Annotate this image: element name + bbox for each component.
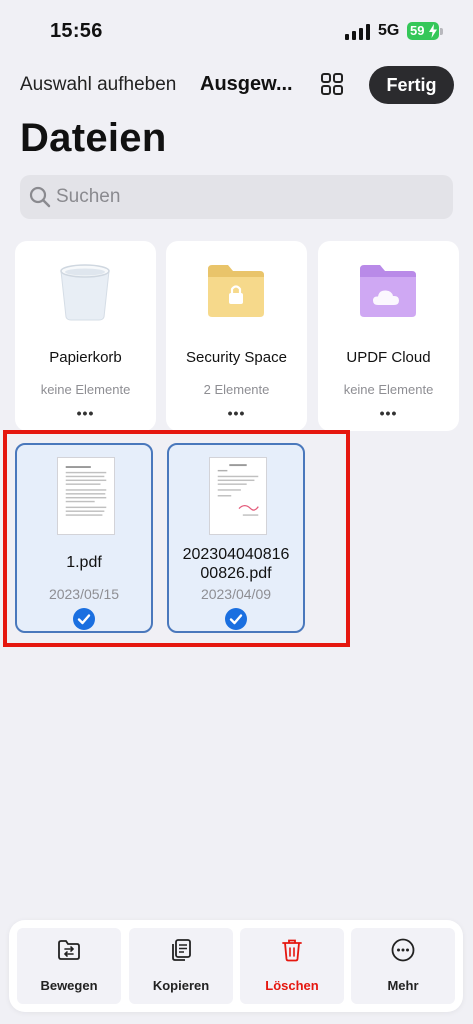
selection-highlight-box — [3, 430, 350, 647]
charging-icon — [429, 24, 437, 38]
lock-folder-icon — [208, 265, 264, 317]
more-options-icon[interactable]: ••• — [73, 406, 99, 423]
done-button[interactable]: Fertig — [369, 66, 454, 104]
trash-bin-icon — [60, 264, 110, 321]
move-label: Bewegen — [40, 978, 98, 993]
battery-cap — [440, 28, 443, 35]
selection-title: Ausgew... — [200, 73, 293, 95]
copy-button[interactable]: Kopieren — [129, 928, 233, 1004]
folder-card-security-space[interactable]: Security Space 2 Elemente ••• — [166, 241, 307, 431]
folder-item-count: keine Elemente — [40, 382, 131, 397]
cloud-folder-icon — [360, 265, 416, 317]
navigation-bar: Auswahl aufheben Ausgew... Fertig — [0, 62, 473, 108]
bottom-toolbar: Bewegen Kopieren Löschen Mehr — [9, 920, 463, 1012]
page-title: Dateien — [20, 116, 167, 160]
folder-name: UPDF Cloud — [346, 349, 431, 366]
status-time: 15:56 — [50, 20, 103, 42]
copy-label: Kopieren — [152, 978, 210, 993]
trash-icon — [282, 939, 302, 962]
more-button[interactable]: Mehr — [351, 928, 455, 1004]
search-bar[interactable] — [20, 175, 453, 219]
folder-name: Papierkorb — [49, 349, 122, 366]
search-icon — [29, 186, 51, 208]
search-input[interactable] — [56, 175, 436, 219]
battery-level: 59 — [410, 23, 425, 38]
grid-view-icon[interactable] — [320, 72, 344, 96]
network-type: 5G — [378, 22, 400, 39]
signal-icon — [345, 24, 370, 40]
delete-button[interactable]: Löschen — [240, 928, 344, 1004]
more-options-icon[interactable]: ••• — [224, 406, 250, 423]
status-bar: 15:56 5G 59 — [0, 0, 473, 62]
more-circle-icon — [391, 938, 415, 962]
copy-icon — [172, 939, 191, 961]
folder-name: Security Space — [186, 349, 287, 366]
folder-item-count: keine Elemente — [343, 382, 434, 397]
more-label: Mehr — [387, 978, 419, 993]
move-folder-icon — [58, 940, 80, 960]
more-options-icon[interactable]: ••• — [376, 406, 402, 423]
folder-card-trash[interactable]: Papierkorb keine Elemente ••• — [15, 241, 156, 431]
folder-card-updf-cloud[interactable]: UPDF Cloud keine Elemente ••• — [318, 241, 459, 431]
battery-icon: 59 — [407, 22, 439, 40]
deselect-all-button[interactable]: Auswahl aufheben — [20, 74, 176, 96]
delete-label: Löschen — [265, 978, 319, 993]
move-button[interactable]: Bewegen — [17, 928, 121, 1004]
folder-item-count: 2 Elemente — [203, 382, 270, 397]
